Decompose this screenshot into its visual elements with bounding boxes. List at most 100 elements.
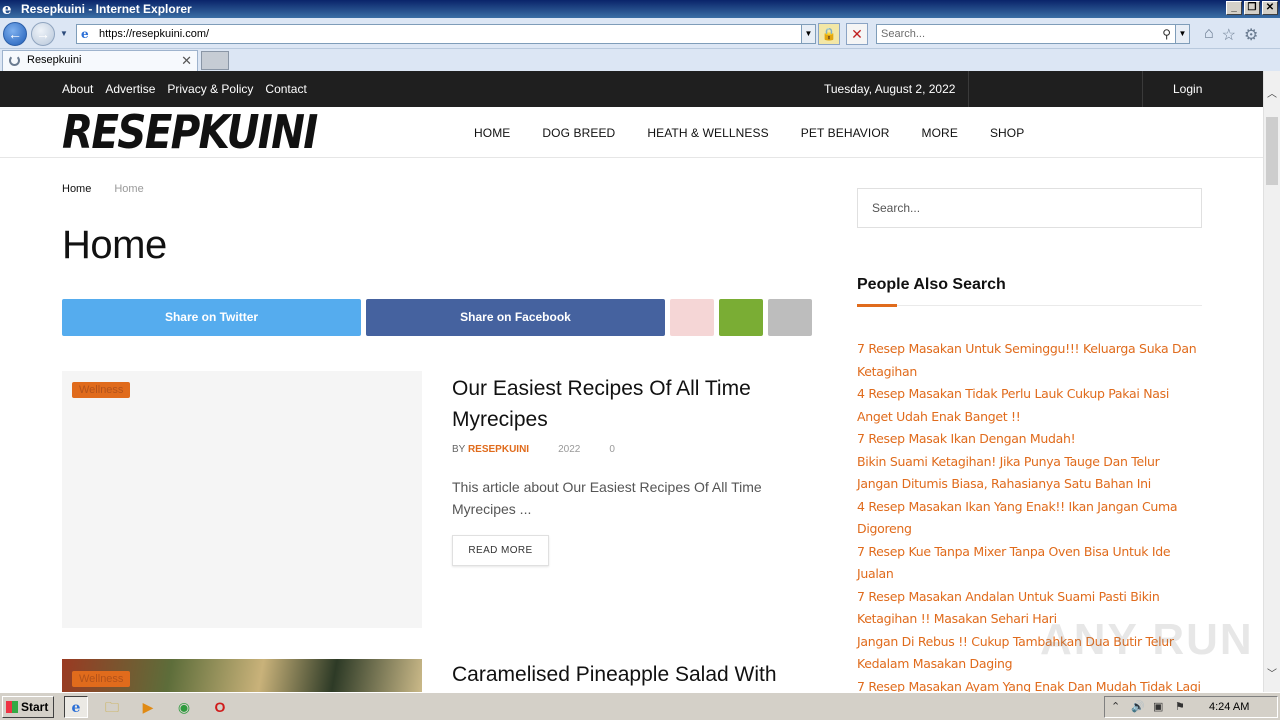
- post-author: BY RESEPKUINI: [452, 444, 529, 455]
- category-badge[interactable]: Wellness: [72, 671, 131, 687]
- divider: [857, 305, 1202, 306]
- share-facebook-button[interactable]: Share on Facebook: [366, 299, 665, 336]
- nav-dog-breed[interactable]: DOG BREED: [542, 126, 615, 140]
- quick-launch: e 🗀 ▶ ◉ O: [64, 696, 232, 718]
- window-controls: _ ❐ ✕: [1226, 1, 1278, 15]
- browser-search-input[interactable]: Search... ⚲ ▼: [876, 24, 1190, 44]
- site-logo[interactable]: RESEPKUINI: [62, 107, 318, 158]
- vertical-scrollbar[interactable]: ︿ ﹀: [1263, 71, 1280, 692]
- page-title: Home: [62, 223, 167, 267]
- post-thumbnail[interactable]: Wellness: [62, 371, 422, 628]
- forward-button[interactable]: →: [31, 22, 55, 46]
- top-link-privacy[interactable]: Privacy & Policy: [167, 82, 253, 96]
- scroll-up-icon[interactable]: ︿: [1264, 85, 1280, 100]
- ie-icon[interactable]: e: [64, 696, 88, 718]
- list-item[interactable]: 7 Resep Kue Tanpa Mixer Tanpa Oven Bisa …: [857, 541, 1202, 586]
- share-email-button[interactable]: [768, 299, 812, 336]
- clock[interactable]: 4:24 AM: [1209, 697, 1249, 717]
- opera-icon[interactable]: O: [208, 696, 232, 718]
- scroll-down-icon[interactable]: ﹀: [1264, 665, 1280, 680]
- divider-accent: [857, 304, 897, 307]
- start-button[interactable]: Start: [2, 696, 54, 718]
- divider: [1142, 71, 1143, 107]
- favorites-star-icon[interactable]: ☆: [1222, 25, 1236, 45]
- sidebar-search-input[interactable]: Search...: [857, 188, 1202, 228]
- category-badge[interactable]: Wellness: [72, 382, 131, 398]
- lock-icon[interactable]: 🔒: [818, 23, 840, 45]
- main-nav: HOME DOG BREED HEATH & WELLNESS PET BEHA…: [474, 107, 1024, 158]
- list-item[interactable]: 7 Resep Masak Ikan Dengan Mudah!: [857, 428, 1202, 451]
- new-tab-button[interactable]: [201, 51, 229, 70]
- gear-icon[interactable]: ⚙: [1244, 25, 1258, 45]
- breadcrumb-current: Home: [114, 183, 144, 195]
- site-top-bar: About Advertise Privacy & Policy Contact…: [0, 71, 1263, 107]
- top-link-about[interactable]: About: [62, 82, 93, 96]
- home-icon[interactable]: ⌂: [1204, 25, 1214, 45]
- scrollbar-thumb[interactable]: [1266, 117, 1278, 185]
- search-dropdown-icon[interactable]: ▼: [1175, 25, 1189, 43]
- network-icon[interactable]: ▣: [1153, 697, 1163, 717]
- post-thumbnail[interactable]: Wellness: [62, 659, 422, 692]
- list-item[interactable]: 7 Resep Masakan Ayam Yang Enak Dan Mudah…: [857, 676, 1202, 693]
- current-date: Tuesday, August 2, 2022: [824, 82, 956, 96]
- share-whatsapp-button[interactable]: [719, 299, 763, 336]
- list-item[interactable]: 4 Resep Masakan Tidak Perlu Lauk Cukup P…: [857, 383, 1202, 428]
- nav-pet-behavior[interactable]: PET BEHAVIOR: [801, 126, 890, 140]
- list-item[interactable]: 4 Resep Masakan Ikan Yang Enak!! Ikan Ja…: [857, 496, 1202, 541]
- history-dropdown-icon[interactable]: ▼: [60, 29, 68, 38]
- url-dropdown-icon[interactable]: ▼: [801, 25, 815, 43]
- restore-button[interactable]: ❐: [1244, 1, 1260, 15]
- watermark: ANY RUN: [1040, 615, 1254, 664]
- login-link[interactable]: Login: [1173, 71, 1202, 107]
- list-item[interactable]: Bikin Suami Ketagihan! Jika Punya Tauge …: [857, 451, 1202, 496]
- nav-shop[interactable]: SHOP: [990, 126, 1024, 140]
- author-link[interactable]: RESEPKUINI: [468, 444, 529, 455]
- read-more-button[interactable]: READ MORE: [452, 535, 549, 566]
- site-favicon-icon: e: [81, 27, 89, 41]
- tab-label: Resepkuini: [27, 54, 82, 66]
- stop-button[interactable]: ✕: [846, 23, 868, 45]
- chrome-icon[interactable]: ◉: [172, 696, 196, 718]
- explorer-icon[interactable]: 🗀: [100, 696, 124, 718]
- list-item[interactable]: 7 Resep Masakan Untuk Seminggu!!! Keluar…: [857, 338, 1202, 383]
- start-label: Start: [21, 700, 49, 714]
- share-twitter-button[interactable]: Share on Twitter: [62, 299, 361, 336]
- post-title[interactable]: Our Easiest Recipes Of All Time Myrecipe…: [452, 373, 752, 435]
- breadcrumb: Home Home: [62, 183, 144, 195]
- by-label: BY: [452, 444, 466, 455]
- divider: [968, 71, 969, 107]
- people-also-search-title: People Also Search: [857, 276, 1006, 293]
- tab-resepkuini[interactable]: Resepkuini ✕: [2, 50, 198, 71]
- minimize-button[interactable]: _: [1226, 1, 1242, 15]
- tab-close-icon[interactable]: ✕: [181, 51, 192, 70]
- address-bar-row: ← → ▼ e https://resepkuini.com/ ▼ 🔒 ✕ Se…: [0, 18, 1280, 49]
- top-link-contact[interactable]: Contact: [265, 82, 306, 96]
- back-button[interactable]: ←: [3, 22, 27, 46]
- comment-count[interactable]: 0: [609, 444, 615, 455]
- volume-icon[interactable]: 🔊: [1131, 697, 1145, 717]
- browser-search-placeholder: Search...: [881, 28, 926, 40]
- nav-home[interactable]: HOME: [474, 126, 510, 140]
- top-links: About Advertise Privacy & Policy Contact: [62, 71, 307, 107]
- tray-expand-icon[interactable]: ⌃: [1111, 697, 1120, 717]
- url-input[interactable]: e https://resepkuini.com/ ▼: [76, 24, 816, 44]
- post-excerpt: This article about Our Easiest Recipes O…: [452, 479, 762, 517]
- search-icon[interactable]: ⚲: [1162, 25, 1171, 43]
- site-header: RESEPKUINI HOME DOG BREED HEATH & WELLNE…: [0, 107, 1263, 158]
- url-text: https://resepkuini.com/: [99, 28, 210, 40]
- breadcrumb-home-link[interactable]: Home: [62, 183, 91, 195]
- nav-more[interactable]: MORE: [922, 126, 958, 140]
- loading-spinner-icon: [9, 55, 20, 66]
- flag-icon[interactable]: ⚑: [1175, 697, 1185, 717]
- window-title-bar: e Resepkuini - Internet Explorer _ ❐ ✕: [0, 0, 1280, 18]
- browser-toolbar-icons: ⌂ ☆ ⚙: [1204, 25, 1258, 45]
- nav-heath-wellness[interactable]: HEATH & WELLNESS: [647, 126, 768, 140]
- media-player-icon[interactable]: ▶: [136, 696, 160, 718]
- share-pinterest-button[interactable]: [670, 299, 714, 336]
- window-title: Resepkuini - Internet Explorer: [21, 2, 192, 16]
- taskbar: Start e 🗀 ▶ ◉ O ⌃ 🔊 ▣ ⚑ 4:24 AM: [0, 692, 1280, 720]
- top-link-advertise[interactable]: Advertise: [105, 82, 155, 96]
- post-title[interactable]: Caramelised Pineapple Salad With Spicy: [452, 660, 832, 692]
- close-window-button[interactable]: ✕: [1262, 1, 1278, 15]
- page-viewport: About Advertise Privacy & Policy Contact…: [0, 71, 1263, 692]
